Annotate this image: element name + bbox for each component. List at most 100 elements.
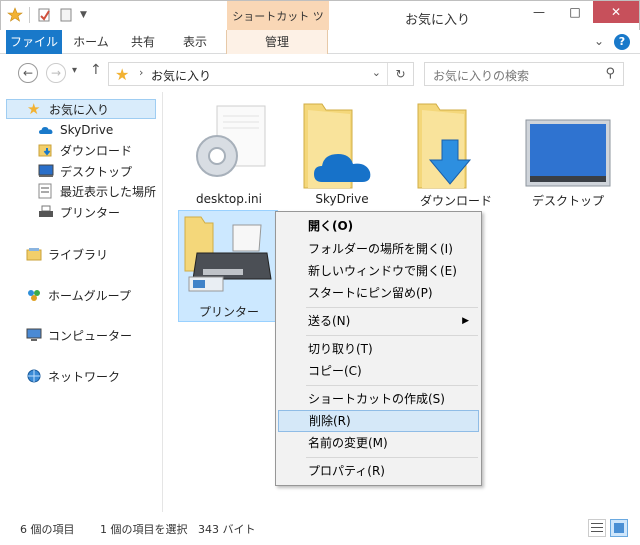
- homegroup-icon: [28, 290, 40, 301]
- close-button[interactable]: ✕: [593, 1, 639, 23]
- maximize-button[interactable]: □: [557, 1, 593, 23]
- menu-item-copy[interactable]: コピー(C): [278, 360, 479, 382]
- refresh-icon[interactable]: ↻: [387, 63, 413, 85]
- forward-button[interactable]: →: [46, 63, 66, 83]
- list-lines-icon: [591, 523, 603, 532]
- sidebar-item-network[interactable]: ネットワーク: [26, 366, 120, 386]
- network-icon: [27, 369, 41, 383]
- menu-item-delete[interactable]: 削除(R): [278, 410, 479, 432]
- window-controls: — □ ✕: [521, 1, 639, 23]
- menu-item-pin-to-start[interactable]: スタートにピン留め(P): [278, 282, 479, 304]
- menu-divider: [306, 457, 478, 458]
- sidebar-item-favorites[interactable]: ★ お気に入り: [6, 99, 156, 119]
- sidebar-item-label: ホームグループ: [48, 288, 131, 303]
- ribbon-help-area: ⌄ ?: [594, 34, 630, 50]
- new-folder-icon[interactable]: [58, 7, 74, 23]
- sidebar-item-homegroup[interactable]: ホームグループ: [26, 285, 131, 305]
- tab-manage[interactable]: 管理: [226, 30, 328, 54]
- ini-gear-icon: [196, 105, 266, 177]
- details-view-icon[interactable]: [588, 519, 606, 537]
- file-item-skydrive[interactable]: SkyDrive: [292, 100, 392, 208]
- file-item-downloads[interactable]: ダウンロード: [406, 100, 506, 208]
- menu-item-cut[interactable]: 切り取り(T): [278, 338, 479, 360]
- menu-divider: [306, 385, 478, 386]
- selection-count: 1 個の項目を選択: [100, 523, 188, 536]
- breadcrumb-chevron-icon[interactable]: ›: [139, 66, 143, 79]
- toolbar-divider: [29, 7, 30, 23]
- window-title: お気に入り: [405, 13, 471, 28]
- submenu-arrow-icon: ▶: [462, 316, 469, 326]
- large-icons-view-icon[interactable]: [610, 519, 628, 537]
- sidebar-item-label: SkyDrive: [60, 123, 114, 137]
- breadcrumb[interactable]: お気に入り: [151, 67, 211, 84]
- item-count: 6 個の項目: [20, 523, 75, 536]
- printer-icon: [39, 205, 53, 217]
- desktop-icon: [38, 164, 54, 177]
- recent-locations-icon[interactable]: ▾: [72, 65, 77, 76]
- file-label: desktop.ini: [196, 192, 262, 206]
- sidebar-item-desktop[interactable]: デスクトップ: [38, 161, 132, 181]
- menu-item-open-location[interactable]: フォルダーの場所を開く(I): [278, 238, 479, 260]
- menu-item-rename[interactable]: 名前の変更(M): [278, 432, 479, 454]
- address-dropdown-icon[interactable]: ⌄: [372, 66, 381, 79]
- tab-file[interactable]: ファイル: [6, 30, 62, 54]
- sidebar-item-downloads[interactable]: ダウンロード: [38, 140, 132, 160]
- menu-item-open-new-window[interactable]: 新しいウィンドウで開く(E): [278, 260, 479, 282]
- search-input[interactable]: お気に入りの検索 ⚲: [424, 62, 624, 86]
- sidebar-item-label: プリンター: [60, 205, 121, 220]
- sidebar-item-recent-places[interactable]: 最近表示した場所: [38, 181, 156, 201]
- download-folder-icon: [417, 103, 472, 189]
- customize-toolbar-icon[interactable]: ▼: [80, 10, 87, 20]
- navigation-pane: ★ お気に入り SkyDrive ダウンロード デスクトップ 最近表示した場所 …: [0, 92, 163, 512]
- properties-icon[interactable]: [36, 7, 52, 23]
- sidebar-item-label: ネットワーク: [48, 369, 121, 384]
- search-icon[interactable]: ⚲: [605, 66, 615, 81]
- minimize-button[interactable]: —: [521, 1, 557, 23]
- file-label: ダウンロード: [419, 194, 492, 208]
- tab-view[interactable]: 表示: [174, 30, 216, 54]
- computer-icon: [26, 328, 42, 341]
- sidebar-item-label: お気に入り: [49, 102, 110, 117]
- menu-item-open[interactable]: 開く(O): [278, 215, 479, 237]
- file-item-desktop[interactable]: デスクトップ: [518, 100, 618, 208]
- ribbon-tabs: ファイル ホーム 共有 表示 管理 ⌄ ?: [0, 30, 640, 54]
- sidebar-item-label: デスクトップ: [60, 164, 133, 179]
- expand-ribbon-icon[interactable]: ⌄: [594, 34, 604, 50]
- cloud-icon: [39, 127, 53, 134]
- menu-divider: [306, 335, 478, 336]
- menu-item-create-shortcut[interactable]: ショートカットの作成(S): [278, 388, 479, 410]
- tab-share[interactable]: 共有: [122, 30, 164, 54]
- sidebar-item-libraries[interactable]: ライブラリ: [26, 244, 108, 264]
- menu-divider: [306, 307, 478, 308]
- sidebar-item-computer[interactable]: コンピューター: [26, 325, 132, 345]
- context-menu: 開く(O) フォルダーの場所を開く(I) 新しいウィンドウで開く(E) スタート…: [275, 211, 482, 486]
- file-item-printers[interactable]: プリンター: [178, 210, 278, 322]
- sidebar-item-label: 最近表示した場所: [60, 184, 157, 199]
- up-button[interactable]: ↑: [90, 62, 102, 78]
- menu-item-properties[interactable]: プロパティ(R): [278, 460, 479, 482]
- favorites-star-icon: ★: [115, 65, 130, 84]
- library-icon: [26, 248, 42, 261]
- desktop-icon: [525, 119, 611, 187]
- tab-home[interactable]: ホーム: [70, 30, 112, 54]
- recent-places-icon: [38, 183, 52, 199]
- sidebar-item-label: コンピューター: [48, 328, 133, 343]
- sidebar-item-printers[interactable]: プリンター: [38, 202, 120, 222]
- menu-item-send-to[interactable]: 送る(N) ▶: [278, 310, 479, 332]
- back-button[interactable]: ←: [18, 63, 38, 83]
- context-tab-header: ショートカット ツール: [227, 1, 329, 55]
- sidebar-item-skydrive[interactable]: SkyDrive: [38, 120, 113, 140]
- navigation-bar: ← → ▾ ↑ ★ › お気に入り ⌄ ↻ お気に入りの検索 ⚲: [0, 54, 640, 92]
- file-label: SkyDrive: [315, 192, 369, 206]
- file-item-desktop-ini[interactable]: desktop.ini: [179, 100, 279, 208]
- help-icon[interactable]: ?: [614, 34, 630, 50]
- address-bar[interactable]: ★ › お気に入り ⌄ ↻: [108, 62, 414, 86]
- title-bar: ▼ ショートカット ツール お気に入り — □ ✕: [0, 0, 640, 55]
- selection-size: 343 バイト: [198, 523, 256, 536]
- download-folder-icon: [38, 144, 52, 157]
- star-icon: ★: [27, 100, 41, 118]
- search-placeholder: お気に入りの検索: [433, 69, 530, 83]
- sidebar-item-label: ダウンロード: [60, 143, 133, 158]
- folder-star-icon[interactable]: [7, 7, 23, 23]
- quick-access-toolbar: ▼: [7, 7, 87, 23]
